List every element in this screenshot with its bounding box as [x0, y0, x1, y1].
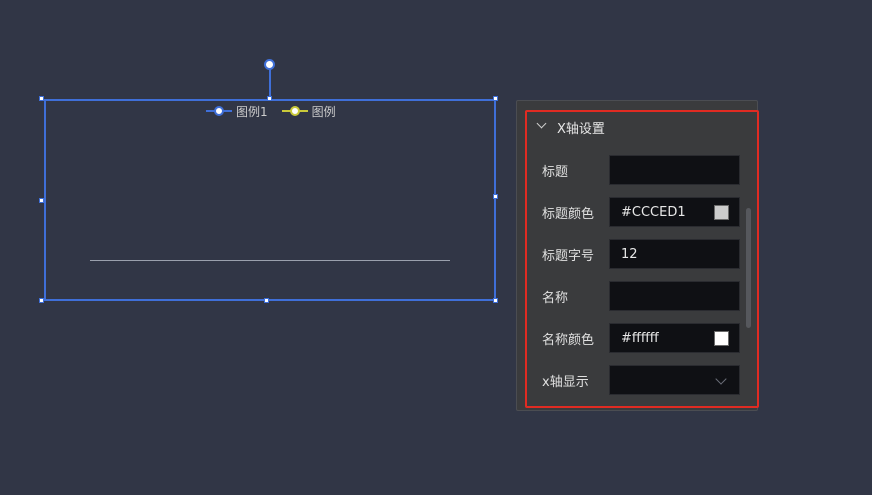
- chevron-down-icon: [537, 120, 545, 128]
- legend-item-1[interactable]: 图例1: [206, 103, 268, 120]
- field-label: 名称: [542, 290, 569, 306]
- field-label: 名称颜色: [542, 332, 595, 348]
- name-color-value: #ffffff: [621, 330, 659, 346]
- resize-handle-bottom-left[interactable]: [39, 298, 44, 303]
- resize-handle-top-left[interactable]: [39, 96, 44, 101]
- chart-legend: 图例1 图例: [206, 103, 350, 119]
- field-label: 标题: [542, 164, 569, 180]
- legend-label: 图例: [311, 104, 336, 119]
- title-input[interactable]: [609, 155, 740, 185]
- x-axis-display-select[interactable]: [609, 365, 740, 395]
- title-color-swatch[interactable]: [714, 204, 729, 220]
- name-color-swatch[interactable]: [714, 330, 729, 346]
- field-label: x轴显示: [542, 374, 589, 390]
- resize-handle-top[interactable]: [267, 96, 272, 101]
- title-font-size-input[interactable]: 12: [609, 239, 740, 269]
- field-row-name-color: 名称颜色 #ffffff: [542, 323, 740, 353]
- name-color-input[interactable]: #ffffff: [609, 323, 740, 353]
- title-color-input[interactable]: #CCCED1: [609, 197, 740, 227]
- field-label: 标题颜色: [542, 206, 595, 222]
- rotate-handle[interactable]: [264, 59, 275, 70]
- field-row-title-font-size: 标题字号 12: [542, 239, 740, 269]
- section-title: X轴设置: [557, 121, 605, 137]
- resize-handle-bottom-right[interactable]: [493, 298, 498, 303]
- section-header-x-axis[interactable]: X轴设置: [537, 116, 605, 138]
- chart-x-axis-line: [90, 260, 450, 261]
- field-row-name: 名称: [542, 281, 740, 311]
- field-row-title-color: 标题颜色 #CCCED1: [542, 197, 740, 227]
- field-label: 标题字号: [542, 248, 595, 264]
- rotate-handle-stem: [269, 69, 271, 99]
- panel-scrollbar[interactable]: [746, 208, 751, 328]
- legend-line-dot-icon: [206, 105, 232, 117]
- legend-item-2[interactable]: 图例: [281, 103, 336, 120]
- field-row-x-axis-display: x轴显示: [542, 365, 740, 395]
- legend-label: 图例1: [236, 104, 268, 119]
- resize-handle-bottom[interactable]: [264, 298, 269, 303]
- legend-line-dot-icon: [281, 105, 308, 117]
- design-canvas[interactable]: 图例1 图例 X轴设置 标题 标题颜色 #CCCED1 标题字号 12 名称 名…: [0, 0, 872, 495]
- chevron-down-icon: [715, 373, 727, 385]
- name-input[interactable]: [609, 281, 740, 311]
- resize-handle-right[interactable]: [493, 194, 498, 199]
- resize-handle-top-right[interactable]: [493, 96, 498, 101]
- field-row-title: 标题: [542, 155, 740, 185]
- title-color-value: #CCCED1: [621, 204, 686, 220]
- resize-handle-left[interactable]: [39, 198, 44, 203]
- chart-widget[interactable]: [44, 99, 496, 301]
